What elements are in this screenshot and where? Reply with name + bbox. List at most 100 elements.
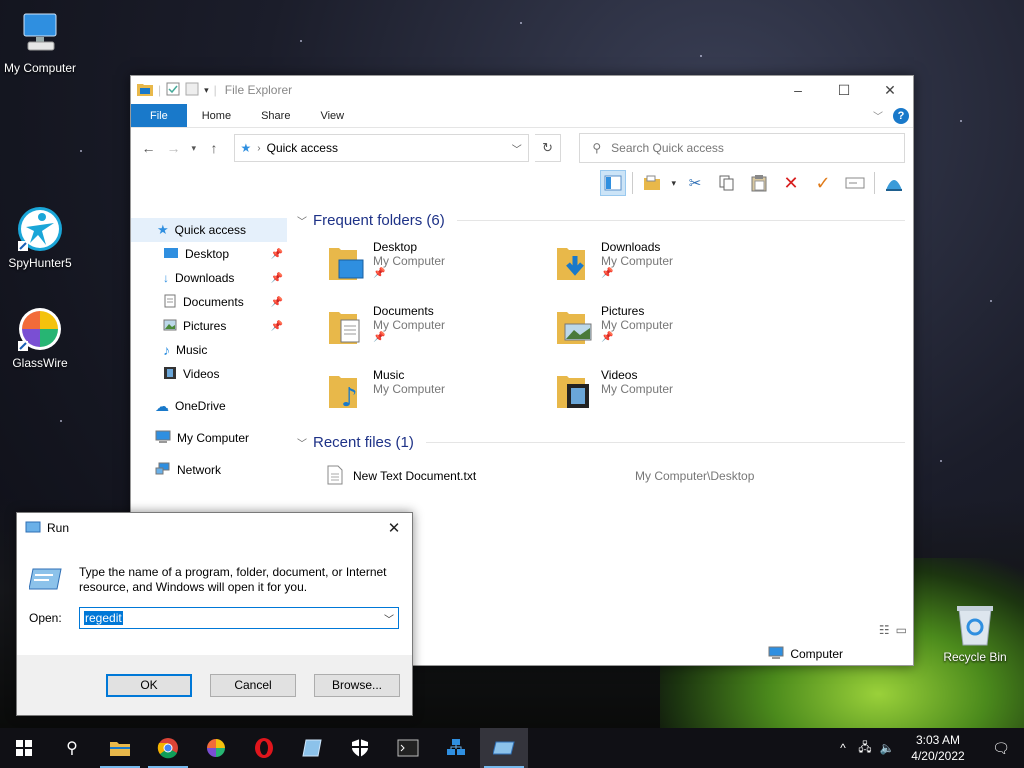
nav-item-downloads[interactable]: ↓ Downloads 📌 bbox=[131, 266, 287, 290]
window-title: File Explorer bbox=[224, 83, 293, 97]
navigation-bar: ← → ▾ ↑ ★ › Quick access ﹀ ↻ ⚲ Search Qu… bbox=[131, 128, 913, 168]
desktop-icon-glasswire[interactable]: GlassWire bbox=[0, 305, 80, 370]
navigation-pane: ★ Quick access Desktop 📌 ↓ Downloads 📌 D… bbox=[131, 218, 287, 482]
clock[interactable]: 3:03 AM 4/20/2022 bbox=[898, 732, 978, 764]
folder-location: My Computer bbox=[373, 382, 446, 396]
chevron-up-icon[interactable]: ^ bbox=[832, 741, 854, 755]
help-icon[interactable]: ? bbox=[893, 107, 909, 124]
nav-item-network[interactable]: Network bbox=[131, 458, 287, 482]
nav-item-my-computer[interactable]: My Computer bbox=[131, 426, 287, 450]
desktop-icon-spyhunter[interactable]: SpyHunter5 bbox=[0, 205, 80, 270]
nav-item-pictures[interactable]: Pictures 📌 bbox=[131, 314, 287, 338]
taskbar-terminal[interactable] bbox=[384, 728, 432, 768]
shell-icon[interactable] bbox=[881, 170, 907, 196]
close-button[interactable]: ✕ bbox=[867, 76, 913, 104]
details-view-icon[interactable]: ☷ bbox=[879, 623, 890, 637]
taskbar-security[interactable] bbox=[336, 728, 384, 768]
folder-item-desktop[interactable]: Desktop My Computer 📌 bbox=[327, 240, 555, 292]
taskbar-glasswire[interactable] bbox=[192, 728, 240, 768]
taskbar-chrome[interactable] bbox=[144, 728, 192, 768]
search-icon: ⚲ bbox=[66, 740, 78, 757]
browse-button[interactable]: Browse... bbox=[314, 673, 400, 697]
notifications-icon[interactable]: 🗨 bbox=[978, 740, 1024, 757]
run-close-button[interactable]: ✕ bbox=[376, 519, 412, 537]
paste-icon[interactable] bbox=[746, 170, 772, 196]
cancel-button[interactable]: Cancel bbox=[210, 673, 296, 697]
taskbar-app-glass[interactable] bbox=[288, 728, 336, 768]
document-icon bbox=[163, 294, 177, 311]
minimize-button[interactable]: – bbox=[775, 76, 821, 104]
customize-quick-access-icon[interactable]: ▾ bbox=[204, 85, 209, 96]
new-item-icon[interactable] bbox=[639, 170, 665, 196]
folder-location: My Computer bbox=[601, 318, 674, 332]
pin-icon[interactable]: 📌 bbox=[271, 297, 283, 308]
separator: | bbox=[213, 83, 217, 97]
folder-item-documents[interactable]: Documents My Computer 📌 bbox=[327, 304, 555, 356]
checkmark-icon[interactable]: ✓ bbox=[810, 170, 836, 196]
combobox-dropdown-icon[interactable]: ﹀ bbox=[384, 611, 394, 626]
pin-icon[interactable]: 📌 bbox=[271, 249, 283, 260]
tab-file[interactable]: File bbox=[131, 104, 187, 127]
frequent-folders-header[interactable]: ﹀ Frequent folders (6) bbox=[297, 208, 913, 232]
expand-ribbon-icon[interactable]: ﹀ bbox=[873, 108, 883, 123]
pin-icon[interactable]: 📌 bbox=[271, 273, 283, 284]
nav-item-music[interactable]: ♪ Music bbox=[131, 338, 287, 362]
run-title-bar[interactable]: Run ✕ bbox=[17, 513, 412, 543]
back-button[interactable]: ← bbox=[139, 140, 158, 156]
new-folder-icon[interactable] bbox=[185, 82, 199, 99]
run-dialog[interactable]: Run ✕ Type the name of a program, folder… bbox=[16, 512, 413, 716]
breadcrumb-chevron-icon[interactable]: › bbox=[257, 143, 260, 154]
tab-view[interactable]: View bbox=[305, 104, 359, 127]
nav-item-videos[interactable]: Videos bbox=[131, 362, 287, 386]
open-input-value[interactable]: regedit bbox=[84, 611, 123, 625]
copy-icon[interactable] bbox=[714, 170, 740, 196]
taskbar-run[interactable] bbox=[480, 728, 528, 768]
search-box[interactable]: ⚲ Search Quick access bbox=[579, 133, 905, 163]
up-button[interactable]: ↑ bbox=[205, 140, 224, 156]
address-dropdown-icon[interactable]: ﹀ bbox=[512, 141, 522, 156]
taskbar-opera[interactable] bbox=[240, 728, 288, 768]
nav-label: Quick access bbox=[174, 223, 247, 237]
new-item-dropdown-icon[interactable]: ▾ bbox=[671, 178, 676, 189]
text-file-icon bbox=[327, 465, 343, 488]
nav-item-onedrive[interactable]: ☁ OneDrive bbox=[131, 394, 287, 418]
nav-item-documents[interactable]: Documents 📌 bbox=[131, 290, 287, 314]
delete-icon[interactable]: ✕ bbox=[778, 170, 804, 196]
taskbar-network-app[interactable] bbox=[432, 728, 480, 768]
title-bar[interactable]: | ▾ | File Explorer – ☐ ✕ bbox=[131, 76, 913, 104]
rename-icon[interactable] bbox=[842, 170, 868, 196]
recent-file-row[interactable]: New Text Document.txt My Computer\Deskto… bbox=[297, 464, 913, 488]
folder-item-downloads[interactable]: Downloads My Computer 📌 bbox=[555, 240, 783, 292]
nav-item-desktop[interactable]: Desktop 📌 bbox=[131, 242, 287, 266]
tab-share[interactable]: Share bbox=[246, 104, 305, 127]
maximize-button[interactable]: ☐ bbox=[821, 76, 867, 104]
navigation-pane-icon[interactable] bbox=[600, 170, 627, 196]
ok-button[interactable]: OK bbox=[106, 673, 192, 697]
network-tray-icon[interactable]: 🖧 bbox=[854, 738, 876, 759]
cut-icon[interactable]: ✂ bbox=[682, 170, 708, 196]
pin-icon[interactable]: 📌 bbox=[271, 321, 283, 332]
properties-icon[interactable] bbox=[166, 82, 180, 99]
search-taskbar-button[interactable]: ⚲ bbox=[48, 728, 96, 768]
recent-locations-icon[interactable]: ▾ bbox=[189, 143, 199, 154]
folder-item-music[interactable]: ♪ Music My Computer bbox=[327, 368, 555, 420]
collapse-chevron-icon[interactable]: ﹀ bbox=[297, 213, 307, 228]
recent-files-header[interactable]: ﹀ Recent files (1) bbox=[297, 430, 913, 454]
large-icons-view-icon[interactable]: ▭ bbox=[896, 623, 907, 637]
taskbar-file-explorer[interactable] bbox=[96, 728, 144, 768]
desktop-icon-recycle-bin[interactable]: Recycle Bin bbox=[935, 603, 1015, 664]
folder-item-videos[interactable]: Videos My Computer bbox=[555, 368, 783, 420]
refresh-button[interactable]: ↻ bbox=[534, 134, 562, 162]
open-combobox[interactable]: regedit ﹀ bbox=[79, 607, 399, 629]
volume-icon[interactable]: 🔈 bbox=[876, 741, 898, 755]
tab-home[interactable]: Home bbox=[187, 104, 246, 127]
run-title: Run bbox=[47, 521, 70, 535]
collapse-chevron-icon[interactable]: ﹀ bbox=[297, 435, 307, 450]
start-button[interactable] bbox=[0, 728, 48, 768]
network-app-icon bbox=[447, 739, 465, 755]
desktop-icon-my-computer[interactable]: My Computer bbox=[0, 10, 80, 75]
nav-item-quick-access[interactable]: ★ Quick access bbox=[131, 218, 287, 242]
folder-item-pictures[interactable]: Pictures My Computer 📌 bbox=[555, 304, 783, 356]
address-bar[interactable]: ★ › Quick access ﹀ bbox=[233, 134, 529, 162]
forward-button[interactable]: → bbox=[164, 140, 183, 156]
